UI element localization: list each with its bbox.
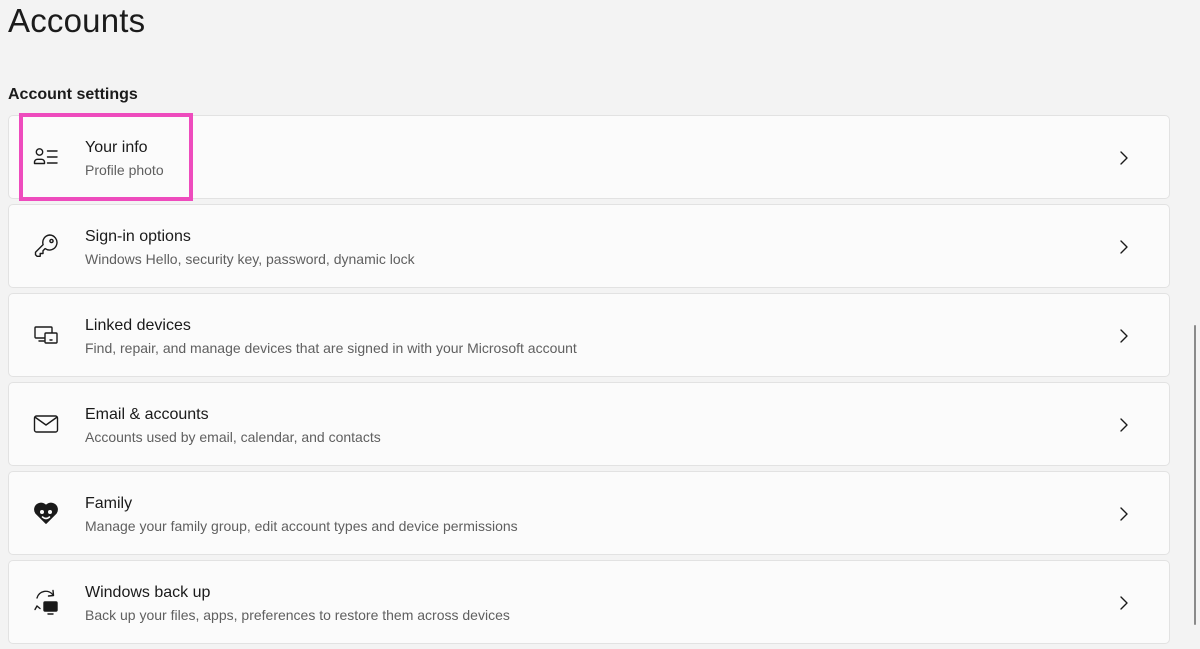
setting-label: Sign-in options bbox=[85, 228, 191, 245]
setting-description: Manage your family group, edit account t… bbox=[85, 518, 518, 534]
devices-icon bbox=[31, 320, 61, 350]
account-settings-list: Your info Profile photo Sign-in options … bbox=[8, 115, 1170, 649]
setting-your-info[interactable]: Your info Profile photo bbox=[8, 115, 1170, 199]
chevron-right-icon bbox=[1117, 594, 1131, 612]
setting-label: Your info bbox=[85, 139, 148, 156]
setting-description: Accounts used by email, calendar, and co… bbox=[85, 429, 381, 445]
setting-email-accounts[interactable]: Email & accounts Accounts used by email,… bbox=[8, 382, 1170, 466]
person-card-icon bbox=[31, 142, 61, 172]
setting-label: Windows back up bbox=[85, 584, 211, 601]
setting-windows-backup[interactable]: Windows back up Back up your files, apps… bbox=[8, 560, 1170, 644]
section-title-account-settings: Account settings bbox=[8, 86, 138, 103]
setting-sign-in-options[interactable]: Sign-in options Windows Hello, security … bbox=[8, 204, 1170, 288]
family-heart-icon bbox=[31, 498, 61, 528]
setting-label: Email & accounts bbox=[85, 406, 209, 423]
setting-label: Family bbox=[85, 495, 133, 512]
setting-description: Back up your files, apps, preferences to… bbox=[85, 607, 510, 623]
chevron-right-icon bbox=[1117, 238, 1131, 256]
setting-description: Windows Hello, security key, password, d… bbox=[85, 251, 415, 267]
mail-icon bbox=[31, 409, 61, 439]
chevron-right-icon bbox=[1117, 149, 1131, 167]
backup-icon bbox=[31, 587, 61, 617]
chevron-right-icon bbox=[1117, 505, 1131, 523]
setting-linked-devices[interactable]: Linked devices Find, repair, and manage … bbox=[8, 293, 1170, 377]
scrollbar[interactable] bbox=[1194, 325, 1196, 625]
setting-description: Profile photo bbox=[85, 162, 164, 178]
setting-family[interactable]: Family Manage your family group, edit ac… bbox=[8, 471, 1170, 555]
key-icon bbox=[31, 231, 61, 261]
chevron-right-icon bbox=[1117, 327, 1131, 345]
page-title: Accounts bbox=[8, 2, 146, 39]
setting-label: Linked devices bbox=[85, 317, 191, 334]
chevron-right-icon bbox=[1117, 416, 1131, 434]
setting-description: Find, repair, and manage devices that ar… bbox=[85, 340, 577, 356]
